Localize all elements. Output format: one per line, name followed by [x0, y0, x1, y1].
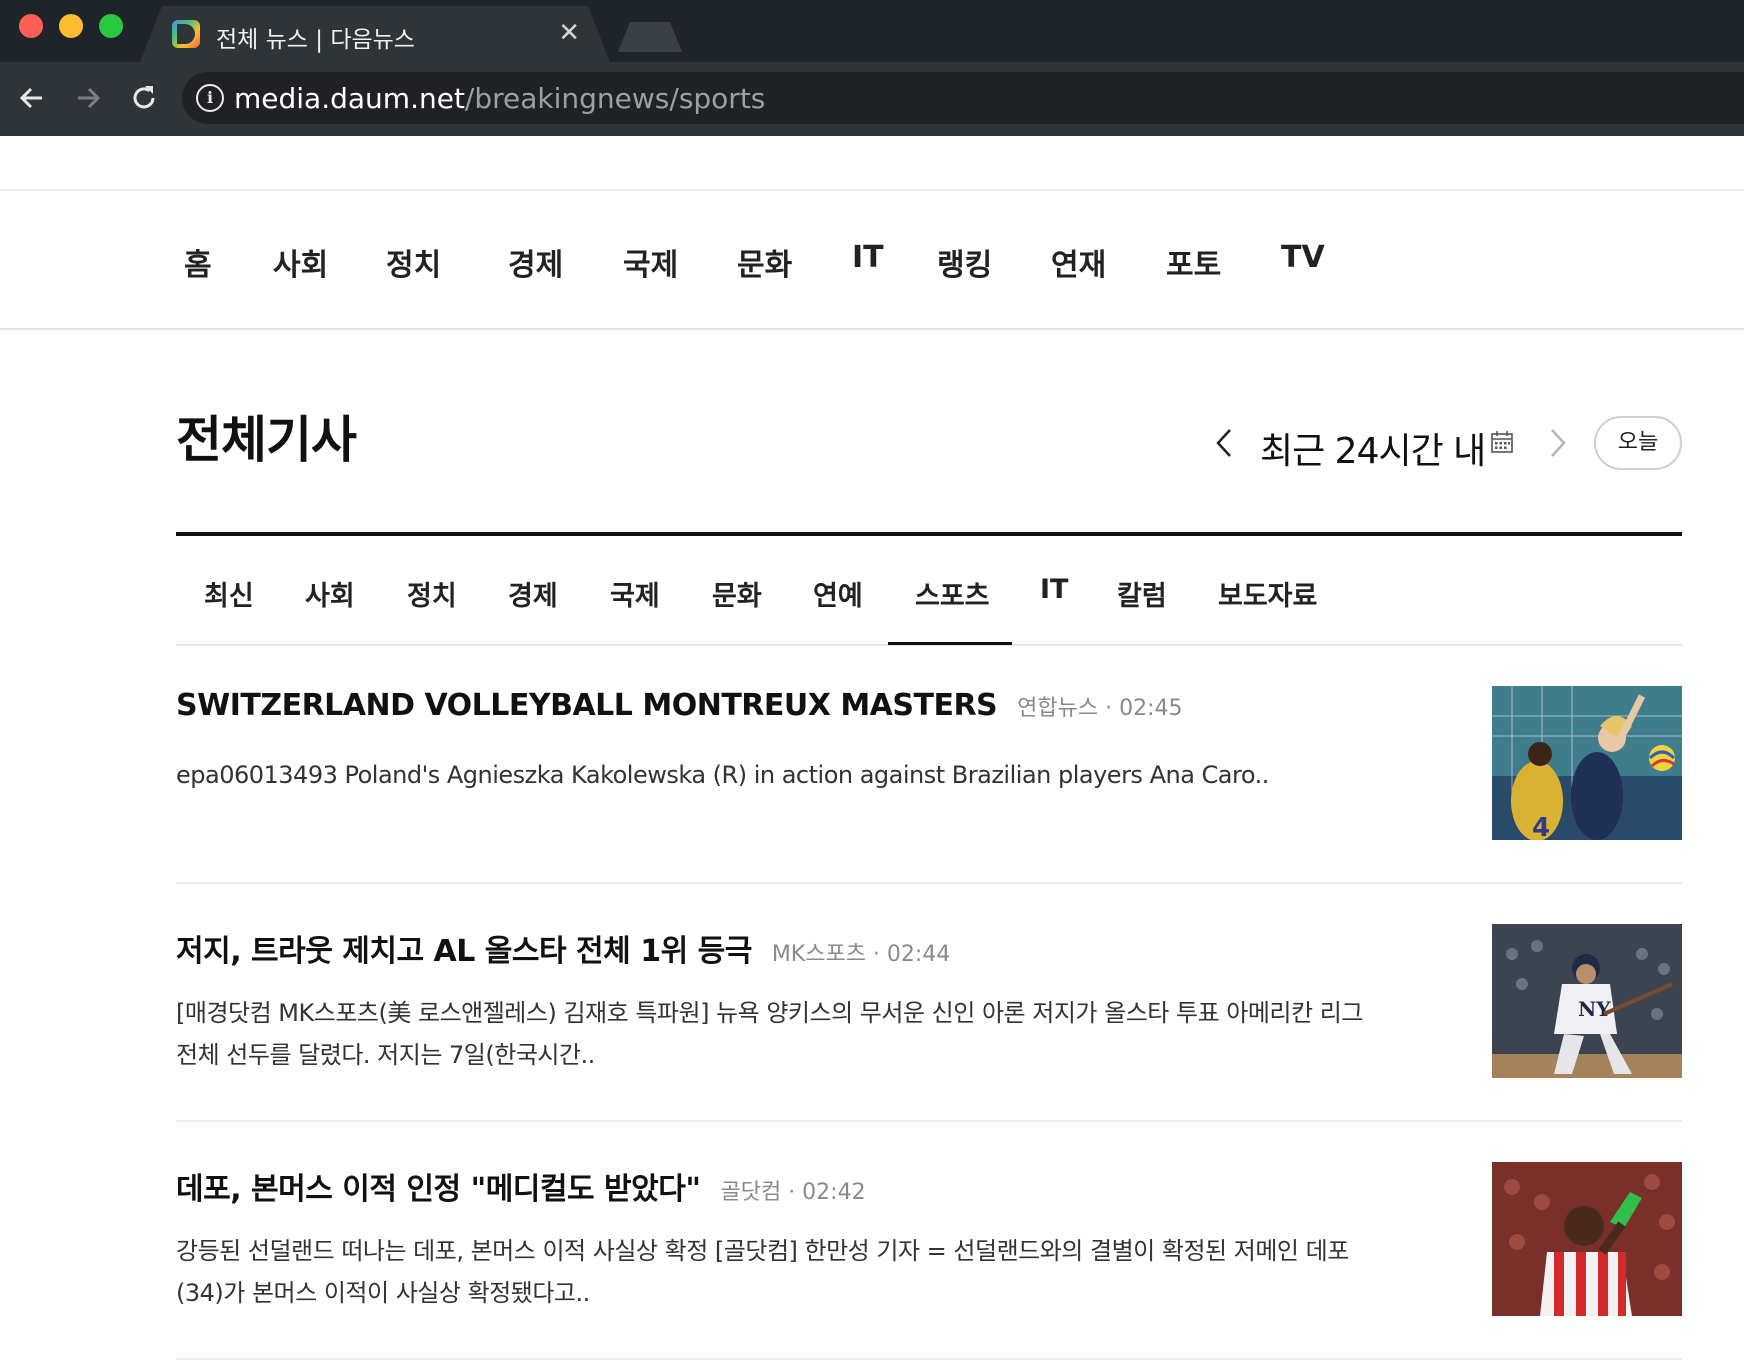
- url-text[interactable]: media.daum.net/breakingnews/sports: [234, 82, 765, 115]
- page-title: 전체기사: [176, 411, 357, 469]
- article-title[interactable]: 데포, 본머스 이적 인정 "메디컬도 받았다": [176, 1164, 701, 1208]
- tab-latest[interactable]: 최신: [204, 574, 254, 613]
- tab-sports[interactable]: 스포츠: [915, 574, 990, 613]
- active-tab-indicator: [888, 642, 1012, 645]
- tab-column[interactable]: 칼럼: [1117, 574, 1167, 613]
- article-title[interactable]: 저지, 트라웃 제치고 AL 올스타 전체 1위 등극: [176, 926, 752, 970]
- reload-icon: [133, 86, 155, 109]
- gnb-item-culture[interactable]: 문화: [737, 240, 792, 284]
- back-button[interactable]: [12, 78, 52, 118]
- forward-button[interactable]: [68, 78, 108, 118]
- tab-press-release[interactable]: 보도자료: [1218, 574, 1317, 613]
- address-bar[interactable]: i media.daum.net/breakingnews/sports: [182, 72, 1744, 124]
- article-title-row: SWITZERLAND VOLLEYBALL MONTREUX MASTERS …: [176, 688, 1183, 723]
- gnb-item-economy[interactable]: 경제: [508, 240, 563, 284]
- site-info-icon[interactable]: i: [196, 84, 224, 112]
- gnb-item-society[interactable]: 사회: [273, 240, 328, 284]
- article-title-row: 데포, 본머스 이적 인정 "메디컬도 받았다" 골닷컴 · 02:42: [176, 1164, 866, 1208]
- browser-tab-bar: 전체 뉴스 | 다음뉴스 ✕: [0, 0, 1744, 62]
- page-top-strip: [0, 136, 1744, 191]
- svg-text:NY: NY: [1578, 997, 1611, 1021]
- url-path: /breakingnews/sports: [464, 82, 766, 115]
- tab-it[interactable]: IT: [1040, 574, 1068, 605]
- tab-world[interactable]: 국제: [610, 574, 660, 613]
- gnb-item-ranking[interactable]: 랭킹: [937, 240, 992, 284]
- url-host: media.daum.net: [234, 82, 465, 115]
- article-description[interactable]: epa06013493 Poland's Agnieszka Kakolewsk…: [176, 754, 1376, 796]
- browser-toolbar: i media.daum.net/breakingnews/sports: [0, 62, 1744, 136]
- gnb-item-politics[interactable]: 정치: [386, 240, 441, 284]
- calendar-icon[interactable]: [1490, 430, 1514, 454]
- category-tabs: 최신 사회 정치 경제 국제 문화 연예 스포츠 IT 칼럼 보도자료: [176, 536, 1682, 646]
- gnb-item-world[interactable]: 국제: [623, 240, 678, 284]
- gnb-item-series[interactable]: 연재: [1051, 240, 1106, 284]
- tab-politics[interactable]: 정치: [407, 574, 457, 613]
- window-zoom-button[interactable]: [99, 14, 123, 38]
- list-item: 데포, 본머스 이적 인정 "메디컬도 받았다" 골닷컴 · 02:42 강등된…: [176, 1122, 1682, 1360]
- window-minimize-button[interactable]: [59, 14, 83, 38]
- gnb-item-home[interactable]: 홈: [184, 240, 212, 284]
- article-thumbnail[interactable]: 4: [1492, 686, 1682, 840]
- article-thumbnail[interactable]: [1492, 1162, 1682, 1316]
- article-meta: 골닷컴 · 02:42: [720, 1180, 866, 1205]
- list-item: SWITZERLAND VOLLEYBALL MONTREUX MASTERS …: [176, 646, 1682, 884]
- volleyball-photo-icon: 4: [1492, 686, 1682, 840]
- today-button[interactable]: 오늘: [1594, 416, 1682, 470]
- baseball-photo-icon: NY: [1492, 924, 1682, 1078]
- article-thumbnail[interactable]: NY: [1492, 924, 1682, 1078]
- chevron-left-icon[interactable]: [1210, 426, 1240, 460]
- tab-society[interactable]: 사회: [305, 574, 355, 613]
- gnb-item-it[interactable]: IT: [852, 240, 884, 275]
- date-navigator: 최근 24시간 내 오늘: [1210, 412, 1686, 478]
- gnb-item-photo[interactable]: 포토: [1166, 240, 1221, 284]
- svg-text:4: 4: [1532, 813, 1550, 840]
- article-meta: 연합뉴스 · 02:45: [1017, 696, 1183, 721]
- tab-culture[interactable]: 문화: [712, 574, 762, 613]
- article-description[interactable]: 강등된 선덜랜드 떠나는 데포, 본머스 이적 사실상 확정 [골닷컴] 한만성…: [176, 1230, 1376, 1314]
- browser-tab[interactable]: 전체 뉴스 | 다음뉴스 ✕: [140, 6, 610, 62]
- daum-favicon-icon: [172, 20, 200, 48]
- article-title[interactable]: SWITZERLAND VOLLEYBALL MONTREUX MASTERS: [176, 688, 998, 723]
- main-navigation: 홈 사회 정치 경제 국제 문화 IT 랭킹 연재 포토 TV: [0, 192, 1744, 330]
- tab-close-icon[interactable]: ✕: [558, 18, 580, 48]
- date-range-label: 최근 24시간 내: [1260, 431, 1486, 472]
- arrow-left-icon: [19, 87, 42, 109]
- tab-title: 전체 뉴스 | 다음뉴스: [216, 27, 415, 53]
- list-item: 저지, 트라웃 제치고 AL 올스타 전체 1위 등극 MK스포츠 · 02:4…: [176, 884, 1682, 1122]
- tab-economy[interactable]: 경제: [508, 574, 558, 613]
- arrow-right-icon: [78, 87, 101, 109]
- soccer-photo-icon: [1492, 1162, 1682, 1316]
- gnb-item-tv[interactable]: TV: [1281, 240, 1325, 275]
- article-description[interactable]: [매경닷컴 MK스포츠(美 로스앤젤레스) 김재호 특파원] 뉴욕 양키스의 무…: [176, 992, 1376, 1076]
- new-tab-button[interactable]: [618, 22, 682, 52]
- window-close-button[interactable]: [19, 14, 43, 38]
- article-meta: MK스포츠 · 02:44: [771, 942, 951, 967]
- article-title-row: 저지, 트라웃 제치고 AL 올스타 전체 1위 등극 MK스포츠 · 02:4…: [176, 926, 950, 970]
- tab-entertainment[interactable]: 연예: [813, 574, 863, 613]
- reload-button[interactable]: [124, 78, 164, 118]
- chevron-right-icon[interactable]: [1542, 426, 1572, 460]
